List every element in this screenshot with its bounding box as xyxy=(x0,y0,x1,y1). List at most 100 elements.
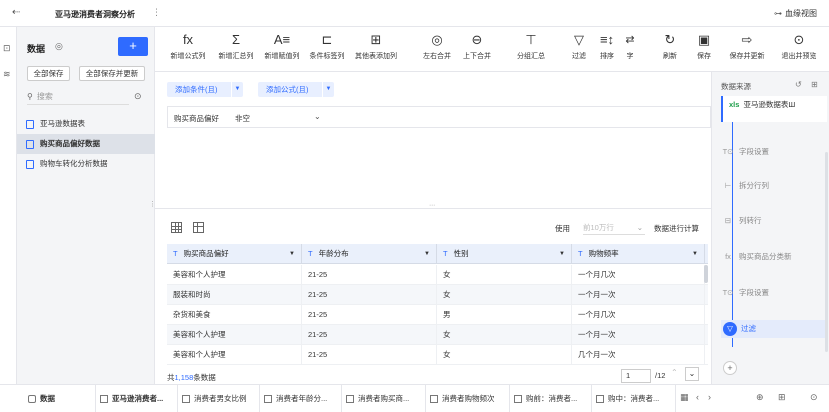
add-data-button[interactable]: + xyxy=(118,37,148,56)
filter-field[interactable]: 购买商品偏好 xyxy=(174,113,219,124)
table-row[interactable]: 杂货和美食 21-25 男 一个月几次 xyxy=(167,305,708,325)
left-right-merge-button[interactable]: ◎ 左右合并 xyxy=(419,31,455,61)
tab-data[interactable]: 数据 xyxy=(24,385,96,412)
step-columns-to-rows[interactable]: ⊟ 列转行 xyxy=(721,212,827,230)
step-formula[interactable]: fx 购买商品分类新 xyxy=(721,248,827,266)
lineage-view-button[interactable]: ⊶ 血缘视图 xyxy=(774,8,817,19)
sheet-tab[interactable]: 消费者男女比例 xyxy=(178,385,260,412)
add-step-button[interactable]: + xyxy=(723,361,737,375)
chevron-up-icon[interactable]: ⌃ xyxy=(671,368,678,377)
resize-handle-vertical[interactable]: ⋮ xyxy=(149,200,156,208)
filter-button[interactable]: ▽ 过滤 xyxy=(567,31,591,61)
add-column-from-table-button[interactable]: ⊞ 其他表添加列 xyxy=(351,31,401,61)
table-cell[interactable]: 女 xyxy=(437,325,572,345)
table-row[interactable]: 美容和个人护理 21-25 女 一个月几次 xyxy=(167,265,708,285)
step-split-rows[interactable]: ⊢ 拆分行列 xyxy=(721,177,827,195)
help-icon[interactable]: ◎ xyxy=(55,41,63,52)
table-cell[interactable]: 21-25 xyxy=(302,265,437,285)
data-source-step[interactable]: xls 亚马逊数据表Ш xyxy=(721,96,827,122)
sheet-tab[interactable]: 亚马逊消费者... xyxy=(96,385,178,412)
group-summary-button[interactable]: ⊤ 分组汇总 xyxy=(513,31,549,61)
steps-scrollbar[interactable] xyxy=(825,152,828,352)
table-cell[interactable]: 21-25 xyxy=(302,285,437,305)
column-header[interactable]: T 购物频率 ▼ xyxy=(572,244,705,264)
sheet-tab[interactable]: 消费者购物频次 xyxy=(426,385,510,412)
up-down-merge-button[interactable]: ⊖ 上下合并 xyxy=(459,31,495,61)
exit-icon[interactable]: ⇠ xyxy=(12,7,20,18)
table-cell[interactable]: 美容和个人护理 xyxy=(167,345,302,365)
table-cell[interactable]: 一个月一次 xyxy=(572,325,705,345)
search-input[interactable]: ⚲ 搜索 xyxy=(27,91,129,105)
caret-down-icon[interactable]: ▼ xyxy=(289,244,295,264)
resize-handle-horizontal[interactable]: ⋯ xyxy=(429,202,435,209)
sort-button[interactable]: ≡↕ 排序 xyxy=(595,31,619,61)
chevron-down-icon[interactable]: ⌄ xyxy=(314,112,321,121)
table-cell[interactable]: 女 xyxy=(437,345,572,365)
condition-label-column-button[interactable]: ⊏ 条件标签列 xyxy=(305,31,349,61)
table-cell[interactable]: 女 xyxy=(437,285,572,305)
filter-operator[interactable]: 非空 xyxy=(235,113,250,124)
data-list-item-selected[interactable]: 购买商品偏好数据 xyxy=(17,134,155,154)
caret-down-icon[interactable]: ▼ xyxy=(559,244,565,264)
table-cell[interactable]: 美容和个人护理 xyxy=(167,265,302,285)
chevron-down-icon[interactable]: ⌄ xyxy=(685,367,699,381)
exit-preview-button[interactable]: ⊙ 退出并预览 xyxy=(775,31,823,61)
table-cell[interactable]: 一个月几次 xyxy=(572,305,705,325)
table-row[interactable]: 美容和个人护理 21-25 女 几个月一次 xyxy=(167,345,708,365)
list-view-icon[interactable] xyxy=(193,222,204,233)
more-options-icon[interactable]: ⋮ xyxy=(152,7,161,18)
chevron-down-icon[interactable]: ▼ xyxy=(231,82,243,97)
save-all-update-button[interactable]: 全部保存并更新 xyxy=(79,66,145,81)
table-cell[interactable]: 21-25 xyxy=(302,345,437,365)
add-dashboard-icon[interactable]: ⊞ xyxy=(778,392,786,403)
chevron-down-icon[interactable]: ▼ xyxy=(322,82,334,97)
table-cell[interactable]: 杂货和美食 xyxy=(167,305,302,325)
sheet-tab[interactable]: 消费者年龄分... xyxy=(260,385,342,412)
collapse-icon[interactable]: ⊙ xyxy=(810,392,818,403)
table-cell[interactable]: 女 xyxy=(437,265,572,285)
add-condition-button[interactable]: 添加条件(且) ▼ xyxy=(167,82,243,97)
table-cell[interactable]: 几个月一次 xyxy=(572,345,705,365)
add-formula-column-button[interactable]: fx 新增公式列 xyxy=(165,31,211,61)
sheet-tab[interactable]: 购中：消费者... xyxy=(592,385,676,412)
add-formula-button[interactable]: 添加公式(且) ▼ xyxy=(258,82,334,97)
field-button[interactable]: ⇄ 字 xyxy=(623,31,637,61)
data-rail-icon[interactable]: ⊡ xyxy=(3,43,11,54)
column-header[interactable]: T 年龄分布 ▼ xyxy=(302,244,437,264)
chevron-left-icon[interactable]: ‹ xyxy=(696,392,699,402)
table-cell[interactable]: 一个月几次 xyxy=(572,265,705,285)
table-row[interactable]: 服装和时尚 21-25 女 一个月一次 xyxy=(167,285,708,305)
refresh-button[interactable]: ↻ 刷新 xyxy=(657,31,683,61)
column-header[interactable]: T 性别 ▼ xyxy=(437,244,572,264)
save-button[interactable]: ▣ 保存 xyxy=(691,31,717,61)
table-cell[interactable]: 美容和个人护理 xyxy=(167,325,302,345)
data-list-item[interactable]: 购物车转化分析数据 xyxy=(17,154,155,174)
grid-view-icon[interactable] xyxy=(171,222,182,233)
data-list-item[interactable]: 亚马逊数据表 xyxy=(17,114,155,134)
step-filter-active[interactable]: ▽ 过滤 xyxy=(721,320,827,338)
step-field-settings-2[interactable]: T⊙ 字段设置 xyxy=(721,284,827,302)
more-icon[interactable]: ⊙ xyxy=(134,91,142,102)
sheet-tab[interactable]: 购前：消费者... xyxy=(510,385,592,412)
save-update-button[interactable]: ⇨ 保存并更新 xyxy=(725,31,769,61)
step-field-settings[interactable]: T⊙ 字段设置 xyxy=(721,143,827,161)
history-icon[interactable]: ↺ xyxy=(795,80,802,89)
table-row[interactable]: 美容和个人护理 21-25 女 一个月一次 xyxy=(167,325,708,345)
table-cell[interactable]: 男 xyxy=(437,305,572,325)
tab-list-icon[interactable]: ▦ xyxy=(680,392,689,403)
add-summary-column-button[interactable]: Σ 新增汇总列 xyxy=(213,31,259,61)
row-limit-select[interactable]: 前10万行 ⌄ xyxy=(583,220,645,235)
lineage-rail-icon[interactable]: ≋ xyxy=(3,69,11,80)
table-cell[interactable]: 21-25 xyxy=(302,305,437,325)
column-header[interactable]: T 购买商品偏好 ▼ xyxy=(167,244,302,264)
sheet-tab[interactable]: 消费者购买商... xyxy=(342,385,426,412)
add-assign-column-button[interactable]: A≡ 新增赋值列 xyxy=(259,31,305,61)
caret-down-icon[interactable]: ▼ xyxy=(692,244,698,264)
expand-icon[interactable]: ⊞ xyxy=(811,80,818,89)
table-cell[interactable]: 服装和时尚 xyxy=(167,285,302,305)
table-scrollbar[interactable] xyxy=(704,265,708,283)
save-all-button[interactable]: 全部保存 xyxy=(27,66,70,81)
table-cell[interactable]: 一个月一次 xyxy=(572,285,705,305)
caret-down-icon[interactable]: ▼ xyxy=(424,244,430,264)
add-sheet-icon[interactable]: ⊕ xyxy=(756,392,764,403)
